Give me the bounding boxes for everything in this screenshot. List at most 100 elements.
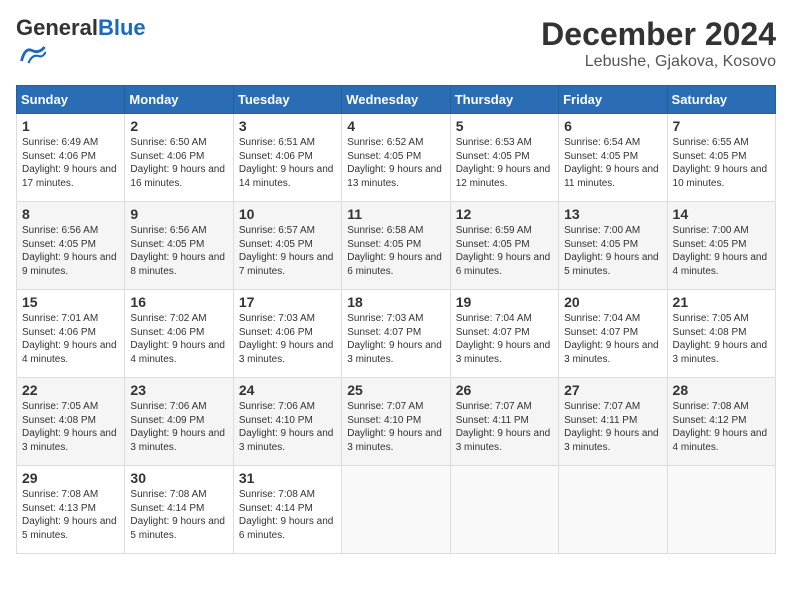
daylight-label: Daylight: 9 hours and 9 minutes.: [22, 252, 117, 277]
calendar-header-row: SundayMondayTuesdayWednesdayThursdayFrid…: [17, 86, 776, 114]
logo-blue: Blue: [98, 15, 146, 40]
calendar-cell: 31 Sunrise: 7:08 AM Sunset: 4:14 PM Dayl…: [233, 466, 341, 554]
sunrise-label: Sunrise: 7:00 AM: [564, 225, 640, 236]
sunrise-label: Sunrise: 7:08 AM: [673, 401, 749, 412]
day-number: 11: [347, 206, 444, 222]
day-info: Sunrise: 7:02 AM Sunset: 4:06 PM Dayligh…: [130, 312, 227, 366]
sunrise-label: Sunrise: 6:53 AM: [456, 137, 532, 148]
daylight-label: Daylight: 9 hours and 3 minutes.: [456, 340, 551, 365]
daylight-label: Daylight: 9 hours and 3 minutes.: [456, 428, 551, 453]
sunrise-label: Sunrise: 7:07 AM: [456, 401, 532, 412]
daylight-label: Daylight: 9 hours and 16 minutes.: [130, 164, 225, 189]
day-number: 7: [673, 118, 770, 134]
calendar-cell: 30 Sunrise: 7:08 AM Sunset: 4:14 PM Dayl…: [125, 466, 233, 554]
sunset-label: Sunset: 4:05 PM: [239, 239, 313, 250]
daylight-label: Daylight: 9 hours and 8 minutes.: [130, 252, 225, 277]
daylight-label: Daylight: 9 hours and 4 minutes.: [130, 340, 225, 365]
sunrise-label: Sunrise: 7:03 AM: [239, 313, 315, 324]
sunset-label: Sunset: 4:14 PM: [239, 503, 313, 514]
sunrise-label: Sunrise: 7:06 AM: [239, 401, 315, 412]
day-info: Sunrise: 7:04 AM Sunset: 4:07 PM Dayligh…: [564, 312, 661, 366]
daylight-label: Daylight: 9 hours and 17 minutes.: [22, 164, 117, 189]
day-info: Sunrise: 7:06 AM Sunset: 4:10 PM Dayligh…: [239, 400, 336, 454]
day-number: 9: [130, 206, 227, 222]
calendar-cell: 5 Sunrise: 6:53 AM Sunset: 4:05 PM Dayli…: [450, 114, 558, 202]
day-number: 18: [347, 294, 444, 310]
day-number: 14: [673, 206, 770, 222]
calendar-cell: 9 Sunrise: 6:56 AM Sunset: 4:05 PM Dayli…: [125, 202, 233, 290]
day-info: Sunrise: 7:08 AM Sunset: 4:14 PM Dayligh…: [239, 488, 336, 542]
day-number: 13: [564, 206, 661, 222]
daylight-label: Daylight: 9 hours and 3 minutes.: [564, 428, 659, 453]
sunset-label: Sunset: 4:06 PM: [130, 327, 204, 338]
sunrise-label: Sunrise: 6:57 AM: [239, 225, 315, 236]
calendar-cell: 6 Sunrise: 6:54 AM Sunset: 4:05 PM Dayli…: [559, 114, 667, 202]
calendar-week-row: 15 Sunrise: 7:01 AM Sunset: 4:06 PM Dayl…: [17, 290, 776, 378]
header-sunday: Sunday: [17, 86, 125, 114]
sunset-label: Sunset: 4:06 PM: [22, 327, 96, 338]
header-saturday: Saturday: [667, 86, 775, 114]
calendar-cell: 2 Sunrise: 6:50 AM Sunset: 4:06 PM Dayli…: [125, 114, 233, 202]
sunrise-label: Sunrise: 7:02 AM: [130, 313, 206, 324]
sunset-label: Sunset: 4:08 PM: [673, 327, 747, 338]
day-info: Sunrise: 7:06 AM Sunset: 4:09 PM Dayligh…: [130, 400, 227, 454]
day-number: 31: [239, 470, 336, 486]
sunset-label: Sunset: 4:11 PM: [564, 415, 637, 426]
day-number: 26: [456, 382, 553, 398]
day-info: Sunrise: 6:49 AM Sunset: 4:06 PM Dayligh…: [22, 136, 119, 190]
daylight-label: Daylight: 9 hours and 3 minutes.: [347, 428, 442, 453]
sunrise-label: Sunrise: 6:56 AM: [22, 225, 98, 236]
calendar-cell: [342, 466, 450, 554]
sunset-label: Sunset: 4:05 PM: [673, 239, 747, 250]
sunset-label: Sunset: 4:05 PM: [456, 239, 530, 250]
sunrise-label: Sunrise: 7:01 AM: [22, 313, 98, 324]
day-info: Sunrise: 7:01 AM Sunset: 4:06 PM Dayligh…: [22, 312, 119, 366]
sunrise-label: Sunrise: 7:05 AM: [22, 401, 98, 412]
sunset-label: Sunset: 4:05 PM: [347, 239, 421, 250]
sunrise-label: Sunrise: 7:08 AM: [130, 489, 206, 500]
sunset-label: Sunset: 4:06 PM: [239, 327, 313, 338]
sunrise-label: Sunrise: 6:49 AM: [22, 137, 98, 148]
sunrise-label: Sunrise: 7:00 AM: [673, 225, 749, 236]
day-info: Sunrise: 7:04 AM Sunset: 4:07 PM Dayligh…: [456, 312, 553, 366]
day-number: 6: [564, 118, 661, 134]
day-info: Sunrise: 7:07 AM Sunset: 4:11 PM Dayligh…: [564, 400, 661, 454]
daylight-label: Daylight: 9 hours and 3 minutes.: [130, 428, 225, 453]
daylight-label: Daylight: 9 hours and 4 minutes.: [673, 428, 768, 453]
day-info: Sunrise: 7:07 AM Sunset: 4:10 PM Dayligh…: [347, 400, 444, 454]
day-number: 1: [22, 118, 119, 134]
sunrise-label: Sunrise: 6:55 AM: [673, 137, 749, 148]
day-info: Sunrise: 7:08 AM Sunset: 4:12 PM Dayligh…: [673, 400, 770, 454]
calendar-week-row: 1 Sunrise: 6:49 AM Sunset: 4:06 PM Dayli…: [17, 114, 776, 202]
daylight-label: Daylight: 9 hours and 11 minutes.: [564, 164, 659, 189]
daylight-label: Daylight: 9 hours and 12 minutes.: [456, 164, 551, 189]
day-info: Sunrise: 6:56 AM Sunset: 4:05 PM Dayligh…: [130, 224, 227, 278]
sunrise-label: Sunrise: 6:50 AM: [130, 137, 206, 148]
sunset-label: Sunset: 4:14 PM: [130, 503, 204, 514]
day-info: Sunrise: 7:07 AM Sunset: 4:11 PM Dayligh…: [456, 400, 553, 454]
sunrise-label: Sunrise: 6:56 AM: [130, 225, 206, 236]
day-number: 16: [130, 294, 227, 310]
sunrise-label: Sunrise: 6:54 AM: [564, 137, 640, 148]
sunset-label: Sunset: 4:10 PM: [347, 415, 421, 426]
calendar-cell: 3 Sunrise: 6:51 AM Sunset: 4:06 PM Dayli…: [233, 114, 341, 202]
day-info: Sunrise: 6:50 AM Sunset: 4:06 PM Dayligh…: [130, 136, 227, 190]
day-number: 2: [130, 118, 227, 134]
title-block: December 2024 Lebushe, Gjakova, Kosovo: [541, 16, 776, 71]
daylight-label: Daylight: 9 hours and 6 minutes.: [347, 252, 442, 277]
daylight-label: Daylight: 9 hours and 5 minutes.: [564, 252, 659, 277]
sunset-label: Sunset: 4:07 PM: [347, 327, 421, 338]
day-info: Sunrise: 7:03 AM Sunset: 4:07 PM Dayligh…: [347, 312, 444, 366]
daylight-label: Daylight: 9 hours and 4 minutes.: [22, 340, 117, 365]
sunset-label: Sunset: 4:05 PM: [130, 239, 204, 250]
sunset-label: Sunset: 4:05 PM: [456, 151, 530, 162]
day-number: 25: [347, 382, 444, 398]
calendar-cell: 15 Sunrise: 7:01 AM Sunset: 4:06 PM Dayl…: [17, 290, 125, 378]
page-header: GeneralBlue December 2024 Lebushe, Gjako…: [16, 16, 776, 73]
calendar-week-row: 22 Sunrise: 7:05 AM Sunset: 4:08 PM Dayl…: [17, 378, 776, 466]
day-number: 30: [130, 470, 227, 486]
daylight-label: Daylight: 9 hours and 5 minutes.: [130, 516, 225, 541]
day-info: Sunrise: 7:08 AM Sunset: 4:13 PM Dayligh…: [22, 488, 119, 542]
sunset-label: Sunset: 4:13 PM: [22, 503, 96, 514]
day-number: 12: [456, 206, 553, 222]
